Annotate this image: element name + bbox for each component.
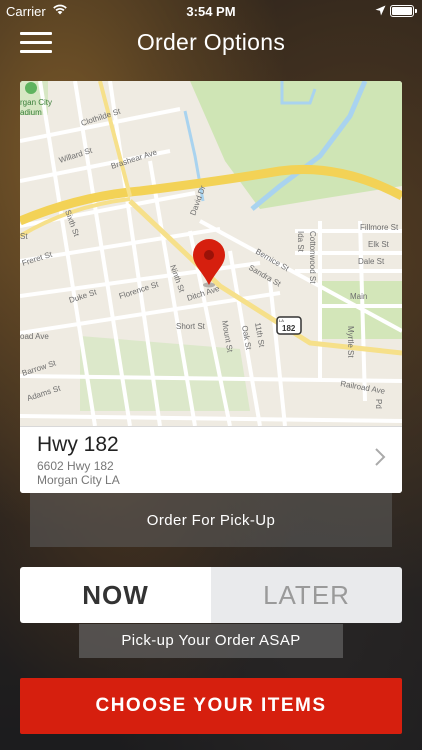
map-label: Ida St [296, 231, 305, 253]
map-label: Freret St [21, 249, 54, 267]
location-row[interactable]: Hwy 182 6602 Hwy 182 Morgan City LA [20, 426, 402, 493]
map-label: oad Ave [20, 332, 49, 341]
map-label: Short St [176, 322, 206, 331]
location-name: Hwy 182 [37, 433, 119, 456]
map-label: Cottonwood St [308, 231, 317, 284]
map-label: Pd [374, 399, 383, 409]
timing-hint: Pick-up Your Order ASAP [79, 624, 343, 658]
clock-time: 3:54 PM [186, 4, 236, 19]
map-pin-icon[interactable] [193, 239, 225, 288]
order-pickup-button[interactable]: Order For Pick-Up [30, 493, 392, 547]
later-tab[interactable]: LATER [211, 567, 402, 623]
location-arrow-icon [375, 4, 386, 19]
map-label: rgan City [20, 98, 52, 107]
now-tab[interactable]: NOW [20, 567, 211, 623]
map-label: St [20, 232, 28, 241]
highway-shield-icon: LA 182 [276, 316, 302, 335]
map-label: 11th St [253, 322, 266, 349]
map-label: Dale St [358, 257, 385, 266]
address-line2: Morgan City LA [37, 473, 120, 487]
svg-text:182: 182 [282, 324, 296, 333]
map-label: Adams St [26, 383, 63, 403]
map-label: Fillmore St [360, 223, 399, 232]
map-label: Main [350, 292, 367, 301]
address-line1: 6602 Hwy 182 [37, 459, 114, 473]
map-label: Myrtle St [346, 326, 355, 358]
map-label: David Dr [188, 184, 207, 217]
svg-text:LA: LA [279, 318, 284, 323]
location-card[interactable]: rgan City adium Clothilde St Willard St … [20, 81, 402, 493]
map-view[interactable]: rgan City adium Clothilde St Willard St … [20, 81, 402, 426]
map-label: adium [20, 108, 42, 117]
battery-icon [390, 5, 417, 17]
timing-segmented-control: NOW LATER [20, 567, 402, 623]
status-bar: Carrier 3:54 PM [0, 0, 422, 22]
chevron-right-icon[interactable] [374, 447, 386, 472]
choose-items-button[interactable]: CHOOSE YOUR ITEMS [20, 678, 402, 734]
page-title: Order Options [136, 29, 286, 55]
map-label: Oak St [240, 325, 253, 351]
map-label: Elk St [368, 240, 390, 249]
